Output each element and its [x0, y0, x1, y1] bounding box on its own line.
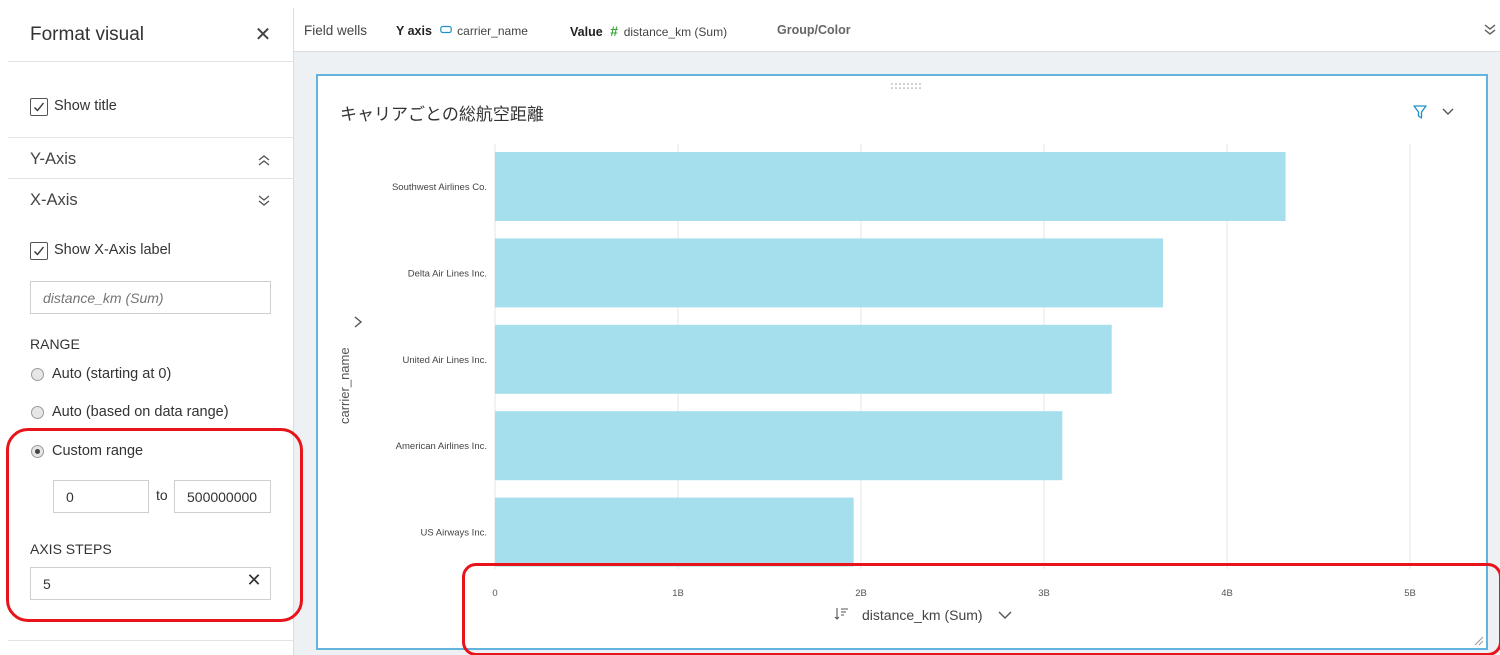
sort-descending-icon [834, 608, 848, 620]
show-x-axis-label-checkbox[interactable] [30, 242, 48, 260]
y-tick-label: Delta Air Lines Inc. [408, 268, 487, 279]
chevron-down-icon[interactable] [1440, 104, 1456, 120]
x-axis-label-input[interactable] [30, 281, 271, 314]
value-well-value: distance_km (Sum) [623, 25, 728, 39]
value-well-key: Value [570, 25, 603, 39]
bar[interactable] [495, 238, 1163, 308]
bar[interactable] [495, 152, 1286, 221]
radio-auto-start-zero-label: Auto (starting at 0) [52, 366, 172, 382]
chevron-double-down-icon[interactable] [1482, 22, 1498, 38]
show-x-axis-label-text: Show X-Axis label [54, 242, 171, 258]
check-icon [34, 246, 45, 256]
chevron-right-icon[interactable] [351, 314, 365, 330]
chevron-double-up-icon [258, 155, 270, 166]
y-tick-label: American Airlines Inc. [396, 441, 487, 452]
y-axis-well-value: carrier_name [457, 24, 528, 38]
chevron-double-down-icon [258, 195, 270, 206]
close-icon[interactable]: ✕ [252, 22, 274, 46]
section-y-axis-label: Y-Axis [30, 150, 77, 168]
dimension-icon [439, 25, 452, 34]
x-tick-label: 2B [855, 588, 867, 599]
section-x-axis-label: X-Axis [30, 191, 78, 209]
divider [8, 640, 294, 641]
measure-hash-icon: # [610, 23, 619, 39]
bar[interactable] [495, 411, 1063, 481]
drag-handle-icon[interactable] [890, 82, 924, 90]
radio-auto-data-range-label: Auto (based on data range) [52, 404, 229, 420]
bar[interactable] [495, 324, 1112, 394]
radio-auto-start-zero[interactable] [31, 368, 44, 381]
bar[interactable] [495, 497, 854, 567]
x-tick-label: 3B [1038, 588, 1050, 599]
panel-title: Format visual [30, 24, 145, 45]
axis-steps-title: AXIS STEPS [30, 541, 112, 557]
visual-title: キャリアごとの総航空距離 [340, 105, 544, 125]
show-title-checkbox[interactable] [30, 98, 48, 116]
radio-custom-range[interactable] [31, 445, 44, 458]
radio-auto-data-range[interactable] [31, 406, 44, 419]
x-axis-title: distance_km (Sum) [862, 607, 983, 623]
panel-header: Format visual ✕ [8, 8, 294, 62]
y-tick-label: US Airways Inc. [420, 528, 487, 539]
filter-icon[interactable] [1412, 104, 1428, 120]
axis-steps-input[interactable] [30, 567, 271, 600]
section-x-axis[interactable]: X-Axis [8, 180, 294, 220]
y-axis-well-key: Y axis [396, 24, 432, 38]
x-tick-label: 0 [492, 588, 497, 599]
value-well[interactable]: Value # distance_km (Sum) [570, 23, 727, 39]
format-visual-panel: Format visual ✕ Show title Y-Axis X-Axis… [8, 8, 294, 655]
x-tick-label: 5B [1404, 588, 1416, 599]
field-wells-label: Field wells [304, 23, 368, 38]
show-title-row: Show title [8, 70, 294, 138]
field-wells-bar: Field wells Y axis carrier_name Value # … [294, 8, 1500, 52]
x-tick-label: 1B [672, 588, 684, 599]
section-y-axis[interactable]: Y-Axis [8, 139, 294, 179]
range-title: RANGE [30, 336, 80, 352]
group-color-well[interactable]: Group/Color [777, 23, 851, 37]
x-tick-label: 4B [1221, 588, 1233, 599]
y-tick-label: Southwest Airlines Co. [392, 182, 487, 193]
y-tick-label: United Air Lines Inc. [403, 355, 488, 366]
range-to-label: to [156, 487, 168, 503]
radio-custom-range-label: Custom range [52, 443, 144, 459]
y-axis-well[interactable]: Y axis carrier_name [396, 23, 528, 38]
y-axis-title[interactable]: carrier_name [337, 347, 352, 424]
clear-icon[interactable]: ✕ [244, 570, 264, 594]
chevron-down-icon [998, 611, 1012, 619]
range-min-input[interactable] [53, 480, 149, 513]
show-title-label: Show title [54, 98, 117, 114]
range-max-input[interactable] [174, 480, 271, 513]
check-icon [34, 102, 45, 112]
resize-handle-icon[interactable] [1472, 634, 1484, 646]
